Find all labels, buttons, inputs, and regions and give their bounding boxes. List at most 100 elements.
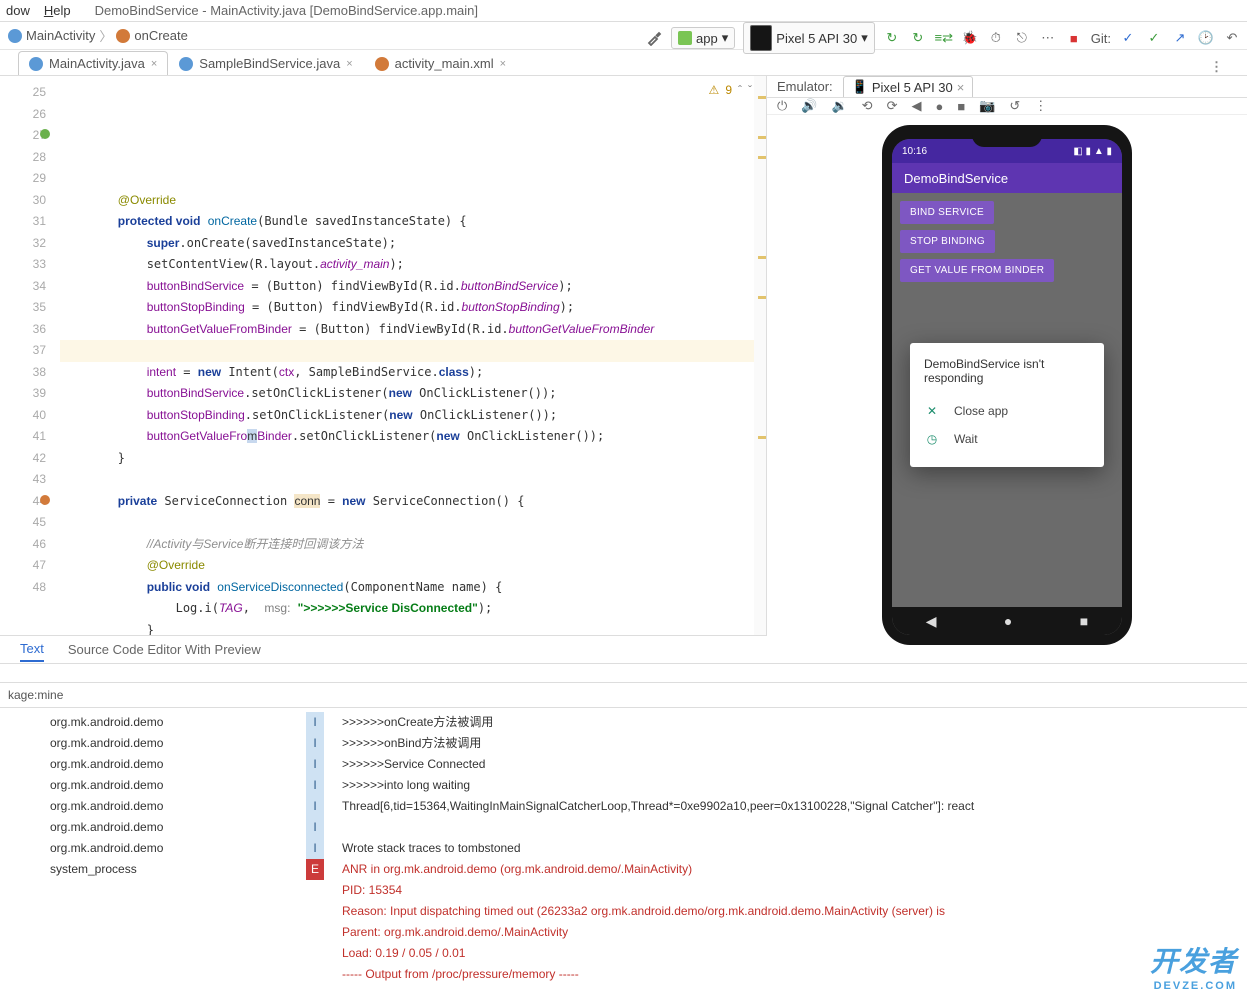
revert-icon[interactable]: ↶ — [1223, 29, 1241, 47]
attach-icon[interactable]: ⎋ — [1013, 29, 1031, 47]
apply-changes-icon[interactable]: ≡⇄ — [935, 29, 953, 47]
volume-up-icon[interactable]: 🔊 — [801, 98, 817, 114]
error-stripe[interactable] — [754, 76, 766, 635]
editor-tabs: MainActivity.java × SampleBindService.ja… — [0, 50, 1247, 76]
dialog-wait[interactable]: ◷ Wait — [924, 425, 1090, 453]
log-package: org.mk.android.demo — [8, 838, 288, 859]
log-message: Reason: Input dispatching timed out (262… — [342, 901, 1239, 922]
log-package — [8, 880, 288, 901]
log-package: org.mk.android.demo — [8, 733, 288, 754]
close-icon[interactable]: × — [346, 58, 352, 70]
log-package — [8, 943, 288, 964]
back-icon[interactable]: ◀ — [911, 98, 921, 114]
log-level — [306, 964, 324, 985]
close-icon[interactable]: × — [500, 58, 506, 70]
log-message: >>>>>>onCreate方法被调用 — [342, 712, 1239, 733]
chevron-up-icon[interactable]: ˆ — [738, 80, 742, 102]
log-level: I — [306, 817, 324, 838]
anr-dialog: DemoBindService isn't responding ✕ Close… — [910, 343, 1104, 467]
app-body: BIND SERVICE STOP BINDING GET VALUE FROM… — [892, 193, 1122, 635]
log-level: I — [306, 775, 324, 796]
overview-icon[interactable]: ■ — [957, 99, 965, 114]
log-level: I — [306, 796, 324, 817]
breadcrumb-method[interactable]: onCreate — [116, 28, 187, 43]
menu-help[interactable]: Help — [44, 3, 71, 18]
logcat[interactable]: org.mk.android.demoI>>>>>>onCreate方法被调用o… — [0, 708, 1247, 988]
log-level: E — [306, 859, 324, 880]
close-icon[interactable]: × — [151, 58, 157, 70]
run-config-combo[interactable]: app ▾ — [671, 27, 735, 49]
tabs-overflow-icon[interactable]: ⋮ — [1204, 59, 1229, 75]
volume-down-icon[interactable]: 🔉 — [831, 98, 847, 114]
log-message: Parent: org.mk.android.demo/.MainActivit… — [342, 922, 1239, 943]
log-level: I — [306, 754, 324, 775]
more-icon[interactable]: ⋯ — [1039, 29, 1057, 47]
tab-mainactivity[interactable]: MainActivity.java × — [18, 51, 168, 75]
get-value-button[interactable]: GET VALUE FROM BINDER — [900, 259, 1054, 282]
bind-service-button[interactable]: BIND SERVICE — [900, 201, 994, 224]
vcs-push-icon[interactable]: ↗ — [1171, 29, 1189, 47]
snapshot-icon[interactable]: ↺ — [1009, 98, 1020, 114]
inspection-summary[interactable]: ⚠ 9 ˆ ˇ — [709, 80, 752, 102]
method-icon — [116, 29, 130, 43]
code-editor[interactable]: 25 26 27 2829303132333435363738394041424… — [0, 76, 767, 635]
android-icon — [678, 31, 692, 45]
logcat-filter[interactable]: kage:mine — [0, 682, 1247, 708]
nav-back-icon[interactable]: ◀ — [926, 613, 937, 630]
log-package: system_process — [8, 859, 288, 880]
log-message: >>>>>>into long waiting — [342, 775, 1239, 796]
power-icon[interactable]: ⏻ — [777, 98, 787, 114]
menu-window[interactable]: dow — [6, 3, 30, 18]
stop-binding-button[interactable]: STOP BINDING — [900, 230, 995, 253]
log-message: >>>>>>onBind方法被调用 — [342, 733, 1239, 754]
debug-icon[interactable]: 🐞 — [961, 29, 979, 47]
rerun-icon[interactable]: ↻ — [909, 29, 927, 47]
nav-overview-icon[interactable]: ■ — [1080, 613, 1088, 629]
stop-icon[interactable]: ■ — [1065, 29, 1083, 47]
chevron-down-icon[interactable]: ˇ — [748, 80, 752, 102]
log-message: ANR in org.mk.android.demo (org.mk.andro… — [342, 859, 1239, 880]
emulator-viewport: 10:16 ◧ ▮ ▲ ▮ DemoBindService BIND SERVI… — [767, 115, 1247, 645]
vcs-update-icon[interactable]: ✓ — [1119, 29, 1137, 47]
profile-icon[interactable]: ⏱ — [987, 29, 1005, 47]
screenshot-icon[interactable]: 📷 — [979, 98, 995, 114]
log-message: ----- Output from /proc/pressure/memory … — [342, 964, 1239, 985]
log-level — [306, 880, 324, 901]
log-row: ----- Output from /proc/pressure/memory … — [0, 964, 1247, 985]
log-row: Parent: org.mk.android.demo/.MainActivit… — [0, 922, 1247, 943]
git-label: Git: — [1091, 31, 1111, 46]
tab-activity-main-xml[interactable]: activity_main.xml × — [364, 51, 517, 75]
java-file-icon — [179, 57, 193, 71]
override-gutter-icon[interactable] — [40, 495, 50, 505]
log-message: PID: 15354 — [342, 880, 1239, 901]
phone-icon: 📱 — [852, 79, 868, 95]
history-icon[interactable]: 🕑 — [1197, 29, 1215, 47]
dialog-close-app[interactable]: ✕ Close app — [924, 397, 1090, 425]
footer-tab-text[interactable]: Text — [20, 637, 44, 662]
gutter: 25 26 27 2829303132333435363738394041424… — [0, 76, 60, 635]
home-icon[interactable]: ● — [935, 99, 943, 114]
log-row: org.mk.android.demoI>>>>>>into long wait… — [0, 775, 1247, 796]
overflow-icon[interactable]: ⋮ — [1034, 98, 1047, 114]
override-gutter-icon[interactable] — [40, 129, 50, 139]
code-text[interactable]: ⚠ 9 ˆ ˇ @Override protected void onCreat… — [60, 76, 754, 635]
tab-samplebindservice[interactable]: SampleBindService.java × — [168, 51, 363, 75]
device-combo[interactable]: Pixel 5 API 30 ▾ — [743, 22, 874, 54]
nav-home-icon[interactable]: ● — [1004, 613, 1012, 629]
nav-bar: ◀ ● ■ — [892, 607, 1122, 635]
breadcrumb-class[interactable]: MainActivity — [8, 28, 95, 43]
footer-tab-preview[interactable]: Source Code Editor With Preview — [68, 638, 261, 661]
vcs-commit-icon[interactable]: ✓ — [1145, 29, 1163, 47]
chevron-down-icon: ▾ — [861, 30, 868, 46]
rotate-right-icon[interactable]: ⟳ — [887, 98, 898, 114]
emulator-tab[interactable]: 📱 Pixel 5 API 30 × — [843, 76, 974, 97]
log-package — [8, 964, 288, 985]
device-screen[interactable]: 10:16 ◧ ▮ ▲ ▮ DemoBindService BIND SERVI… — [892, 139, 1122, 635]
app-bar: DemoBindService — [892, 163, 1122, 193]
run-icon[interactable]: ↻ — [883, 29, 901, 47]
rotate-left-icon[interactable]: ⟲ — [862, 98, 873, 114]
emulator-toolbar: ⏻ 🔊 🔉 ⟲ ⟳ ◀ ● ■ 📷 ↺ ⋮ — [767, 98, 1247, 115]
close-icon[interactable]: × — [957, 80, 965, 95]
hammer-icon[interactable] — [645, 29, 663, 47]
log-row: org.mk.android.demoI>>>>>>onBind方法被调用 — [0, 733, 1247, 754]
